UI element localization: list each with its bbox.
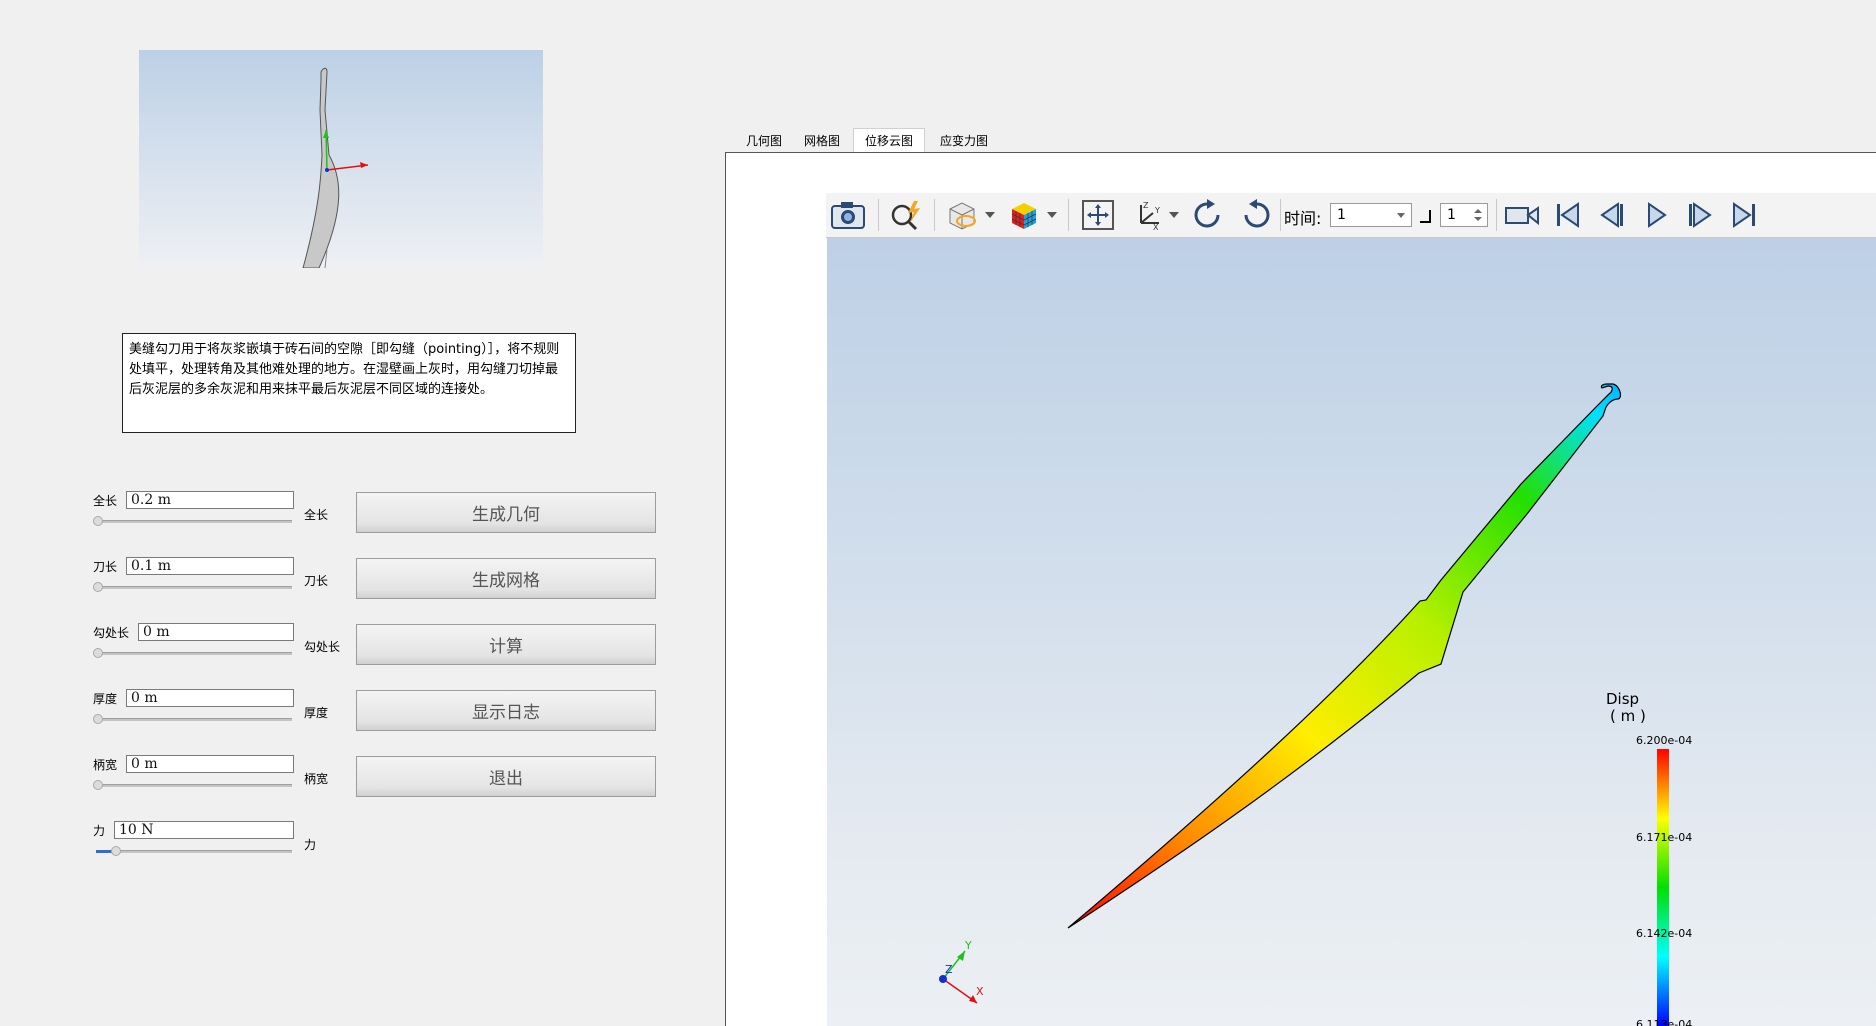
chevron-down-icon[interactable] bbox=[1044, 193, 1060, 237]
generate-geometry-button[interactable]: 生成几何 bbox=[356, 492, 656, 533]
legend-value-min: 6.113e-04 bbox=[1636, 1018, 1693, 1026]
record-video-icon[interactable] bbox=[1500, 193, 1544, 237]
displacement-viewport[interactable]: Y X Z Disp ( m ) 6.200e-04 6.171e-04 6.1… bbox=[827, 238, 1876, 1026]
zoom-lightning-icon[interactable] bbox=[884, 193, 928, 237]
axes-triad: Y X Z bbox=[939, 939, 984, 1004]
trowel-preview-drawing bbox=[302, 67, 369, 268]
displacement-contour-plot: Y X Z bbox=[939, 383, 1669, 1026]
fit-view-icon[interactable] bbox=[1076, 193, 1120, 237]
param-label-thickness: 厚度 bbox=[93, 692, 118, 706]
thickness-slider-thumb[interactable] bbox=[93, 714, 103, 724]
play-icon[interactable] bbox=[1636, 193, 1676, 237]
time-select[interactable]: 1 bbox=[1330, 203, 1412, 227]
thickness-slider[interactable] bbox=[96, 718, 292, 721]
param-label-force: 力 bbox=[93, 824, 106, 838]
param-unit-label-blade-length: 刀长 bbox=[304, 574, 329, 588]
hook-length-input[interactable]: 0 m bbox=[138, 623, 294, 641]
blade-length-slider[interactable] bbox=[96, 586, 292, 589]
param-unit-label-thickness: 厚度 bbox=[304, 706, 329, 720]
last-frame-icon[interactable] bbox=[1724, 193, 1764, 237]
legend-value-3: 6.142e-04 bbox=[1636, 927, 1693, 940]
param-unit-label-force: 力 bbox=[304, 838, 317, 852]
param-label-blade-length: 刀长 bbox=[93, 560, 118, 574]
axis-label-y: Y bbox=[964, 939, 972, 952]
legend-value-max: 6.200e-04 bbox=[1636, 734, 1693, 747]
tab-displacement[interactable]: 位移云图 bbox=[853, 128, 925, 153]
rotate-cw-icon[interactable] bbox=[1186, 193, 1230, 237]
transparency-cube-icon[interactable] bbox=[940, 193, 984, 237]
step-spinbox[interactable]: 1 bbox=[1440, 203, 1488, 227]
time-label: 时间: bbox=[1284, 209, 1322, 228]
handle-width-slider-thumb[interactable] bbox=[93, 780, 103, 790]
camera-icon[interactable] bbox=[826, 193, 870, 237]
step-spinbox-value: 1 bbox=[1447, 207, 1456, 223]
axes-icon[interactable]: ZYX bbox=[1126, 193, 1170, 237]
blade-length-input[interactable]: 0.1 m bbox=[126, 557, 294, 575]
svg-text:Y: Y bbox=[1154, 206, 1160, 215]
color-cube-icon[interactable] bbox=[1002, 193, 1046, 237]
geometry-preview-image bbox=[139, 50, 543, 268]
thickness-input[interactable]: 0 m bbox=[126, 689, 294, 707]
trowel-displacement-shape bbox=[1067, 383, 1622, 929]
force-input[interactable]: 10 N bbox=[114, 821, 294, 839]
previous-frame-icon[interactable] bbox=[1592, 193, 1632, 237]
description-box: 美缝勾刀用于将灰浆嵌填于砖石间的空隙［即勾缝（pointing）］，将不规则处填… bbox=[122, 333, 576, 433]
exit-button[interactable]: 退出 bbox=[356, 756, 656, 797]
chevron-down-icon[interactable] bbox=[982, 193, 998, 237]
param-unit-label-handle-width: 柄宽 bbox=[304, 772, 329, 786]
hook-length-slider-thumb[interactable] bbox=[93, 648, 103, 658]
legend-colorbar bbox=[1657, 749, 1669, 1026]
legend-title: Disp bbox=[1606, 690, 1640, 708]
tab-geometry[interactable]: 几何图 bbox=[742, 129, 786, 153]
legend-value-2: 6.171e-04 bbox=[1636, 831, 1693, 844]
param-unit-label-hook-length: 勾处长 bbox=[304, 640, 341, 654]
param-unit-label-total-length: 全长 bbox=[304, 508, 329, 522]
compute-button[interactable]: 计算 bbox=[356, 624, 656, 665]
tab-mesh[interactable]: 网格图 bbox=[799, 129, 845, 153]
legend-unit: ( m ) bbox=[1610, 707, 1646, 725]
rotate-ccw-icon[interactable] bbox=[1234, 193, 1278, 237]
total-length-slider[interactable] bbox=[96, 520, 292, 523]
svg-text:Z: Z bbox=[1143, 201, 1149, 210]
chevron-down-icon[interactable] bbox=[1166, 193, 1182, 237]
svg-text:X: X bbox=[1153, 223, 1159, 231]
next-frame-icon[interactable] bbox=[1680, 193, 1720, 237]
spin-arrows-icon[interactable] bbox=[1474, 209, 1482, 221]
force-slider[interactable] bbox=[96, 850, 292, 853]
show-log-button[interactable]: 显示日志 bbox=[356, 690, 656, 731]
viewer-toolbar: ZYX 时间: 1 1 bbox=[826, 193, 1876, 238]
step-icon bbox=[1416, 193, 1436, 237]
first-frame-icon[interactable] bbox=[1548, 193, 1588, 237]
param-label-hook-length: 勾处长 bbox=[93, 626, 130, 640]
param-label-handle-width: 柄宽 bbox=[93, 758, 118, 772]
axis-label-x: X bbox=[976, 985, 984, 998]
chevron-down-icon bbox=[1397, 213, 1405, 218]
force-slider-thumb[interactable] bbox=[111, 846, 121, 856]
hook-length-slider[interactable] bbox=[96, 652, 292, 655]
param-label-total-length: 全长 bbox=[93, 494, 118, 508]
handle-width-input[interactable]: 0 m bbox=[126, 755, 294, 773]
axis-label-z: Z bbox=[945, 963, 953, 976]
time-select-value: 1 bbox=[1337, 207, 1346, 223]
generate-mesh-button[interactable]: 生成网格 bbox=[356, 558, 656, 599]
total-length-input[interactable]: 0.2 m bbox=[126, 491, 294, 509]
handle-width-slider[interactable] bbox=[96, 784, 292, 787]
tab-strain[interactable]: 应变力图 bbox=[935, 129, 993, 153]
blade-length-slider-thumb[interactable] bbox=[93, 582, 103, 592]
total-length-slider-thumb[interactable] bbox=[93, 516, 103, 526]
